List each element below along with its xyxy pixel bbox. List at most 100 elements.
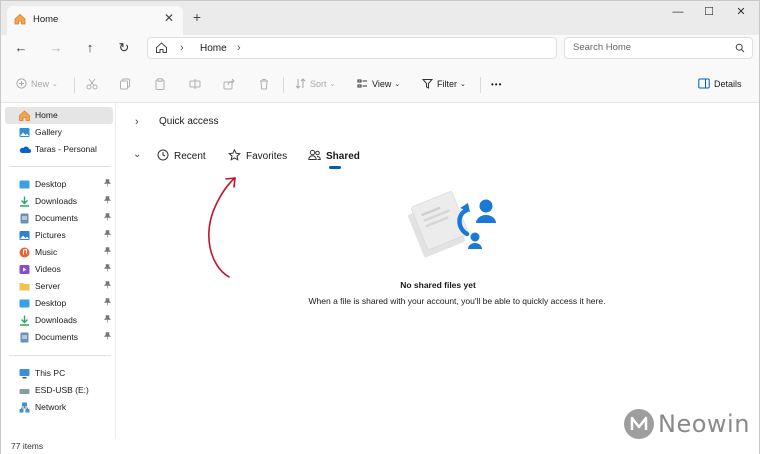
more-options-button[interactable]: ••• <box>491 76 502 92</box>
details-button[interactable]: Details <box>698 76 742 92</box>
sidebar-item-downloads[interactable]: Downloads <box>5 193 113 210</box>
filter-icon <box>421 78 434 91</box>
empty-state-description: When a file is shared with your account,… <box>308 296 606 306</box>
watermark-text: Neowin <box>658 410 750 438</box>
details-label: Details <box>714 79 742 89</box>
sidebar-item-usb-drive[interactable]: ESD-USB (E:) <box>5 382 113 399</box>
sort-button[interactable]: Sort ⌄ <box>295 76 335 92</box>
breadcrumb-chevron-icon[interactable]: › <box>180 42 184 54</box>
sidebar-item-server[interactable]: Server <box>5 278 113 295</box>
search-icon[interactable] <box>735 43 745 55</box>
pin-icon[interactable] <box>103 196 112 206</box>
tab-close-icon[interactable]: ✕ <box>162 11 176 25</box>
chevron-right-icon[interactable]: › <box>135 116 139 128</box>
sort-label: Sort <box>310 79 327 89</box>
home-outline-icon[interactable] <box>155 41 168 56</box>
search-input[interactable] <box>573 42 723 53</box>
sidebar-item-desktop-2[interactable]: Desktop <box>5 295 113 312</box>
toolbar-divider <box>283 77 284 93</box>
forward-button[interactable]: → <box>47 39 65 57</box>
clock-icon <box>157 149 169 164</box>
sidebar-divider <box>9 355 111 356</box>
sidebar-item-music[interactable]: Music <box>5 244 113 261</box>
chevron-down-icon[interactable]: ⌄ <box>133 149 141 160</box>
up-button[interactable]: ↑ <box>81 39 99 57</box>
new-button[interactable]: New ⌄ <box>16 76 58 92</box>
breadcrumb-chevron-icon[interactable]: › <box>237 42 241 54</box>
cut-icon[interactable] <box>86 76 98 92</box>
shared-files-illustration <box>408 191 496 258</box>
sidebar-item-label: Music <box>35 247 58 257</box>
gallery-icon <box>19 127 30 138</box>
drive-icon <box>19 385 30 396</box>
sidebar-divider <box>9 166 111 167</box>
view-button[interactable]: View ⌄ <box>357 76 400 92</box>
sidebar-item-this-pc[interactable]: This PC <box>5 365 113 382</box>
quick-access-header[interactable]: Quick access <box>159 116 218 127</box>
command-bar: New ⌄ Sort ⌄ View ⌄ Filter ⌄ ••• Details <box>1 65 759 103</box>
copy-icon[interactable] <box>119 76 131 92</box>
sidebar-item-downloads-2[interactable]: Downloads <box>5 312 113 329</box>
new-tab-button[interactable]: + <box>190 10 204 24</box>
toolbar-divider <box>480 77 481 93</box>
tab-favorites[interactable]: Favorites <box>228 148 287 164</box>
chevron-down-icon: ⌄ <box>52 81 58 88</box>
documents-icon <box>19 332 30 343</box>
share-icon[interactable] <box>223 76 235 92</box>
sidebar-item-label: Network <box>35 402 67 412</box>
paste-icon[interactable] <box>154 76 166 92</box>
sidebar-item-onedrive[interactable]: Taras - Personal <box>5 141 113 158</box>
pin-icon[interactable] <box>103 264 112 274</box>
active-tab-indicator <box>329 166 341 169</box>
sidebar-item-videos[interactable]: Videos <box>5 261 113 278</box>
delete-icon[interactable] <box>258 76 270 92</box>
tab-home[interactable]: Home ✕ <box>7 6 183 35</box>
filter-button[interactable]: Filter ⌄ <box>421 76 466 92</box>
pin-icon[interactable] <box>103 247 112 257</box>
sidebar-item-gallery[interactable]: Gallery <box>5 124 113 141</box>
sidebar-item-label: Desktop <box>35 298 67 308</box>
sidebar-item-documents-2[interactable]: Documents <box>5 329 113 346</box>
sidebar-item-label: Downloads <box>35 196 78 206</box>
pin-icon[interactable] <box>103 315 112 325</box>
videos-icon <box>19 264 30 275</box>
rename-icon[interactable] <box>189 76 201 92</box>
close-button[interactable]: ✕ <box>731 5 751 19</box>
main-content: › Quick access ⌄ Recent Favorites Shared <box>117 103 759 439</box>
pin-icon[interactable] <box>103 179 112 189</box>
sidebar-item-network[interactable]: Network <box>5 399 113 416</box>
neowin-logo-icon <box>624 409 654 439</box>
details-pane-icon <box>698 78 710 91</box>
sidebar-item-home[interactable]: Home <box>5 107 113 124</box>
pin-icon[interactable] <box>103 298 112 308</box>
pin-icon[interactable] <box>103 332 112 342</box>
pin-icon[interactable] <box>103 281 112 291</box>
sidebar-item-label: Gallery <box>35 127 62 137</box>
address-bar[interactable]: › Home › <box>147 37 557 59</box>
folder-icon <box>19 281 30 292</box>
tab-label: Shared <box>326 150 360 162</box>
navigation-pane: Home Gallery Taras - Personal Desktop Do… <box>1 103 116 439</box>
pin-icon[interactable] <box>103 213 112 223</box>
sort-icon <box>295 77 306 91</box>
new-label: New <box>31 79 50 89</box>
sidebar-item-label: Taras - Personal <box>35 144 97 154</box>
sidebar-item-label: Videos <box>35 264 61 274</box>
maximize-button[interactable]: ☐ <box>699 5 719 19</box>
sidebar-item-desktop[interactable]: Desktop <box>5 176 113 193</box>
sidebar-item-documents[interactable]: Documents <box>5 210 113 227</box>
star-icon <box>228 148 241 164</box>
minimize-button[interactable]: — <box>668 5 688 19</box>
sidebar-item-pictures[interactable]: Pictures <box>5 227 113 244</box>
search-box[interactable] <box>564 37 753 59</box>
home-icon <box>19 110 30 121</box>
filter-label: Filter <box>437 79 457 89</box>
refresh-button[interactable]: ↻ <box>115 39 133 57</box>
title-bar: Home ✕ + — ☐ ✕ <box>1 1 759 35</box>
pin-icon[interactable] <box>103 230 112 240</box>
breadcrumb-home[interactable]: Home <box>200 43 227 54</box>
tab-shared[interactable]: Shared <box>308 148 360 164</box>
tab-recent[interactable]: Recent <box>157 148 206 164</box>
sidebar-item-label: Desktop <box>35 179 67 189</box>
back-button[interactable]: ← <box>12 39 30 57</box>
